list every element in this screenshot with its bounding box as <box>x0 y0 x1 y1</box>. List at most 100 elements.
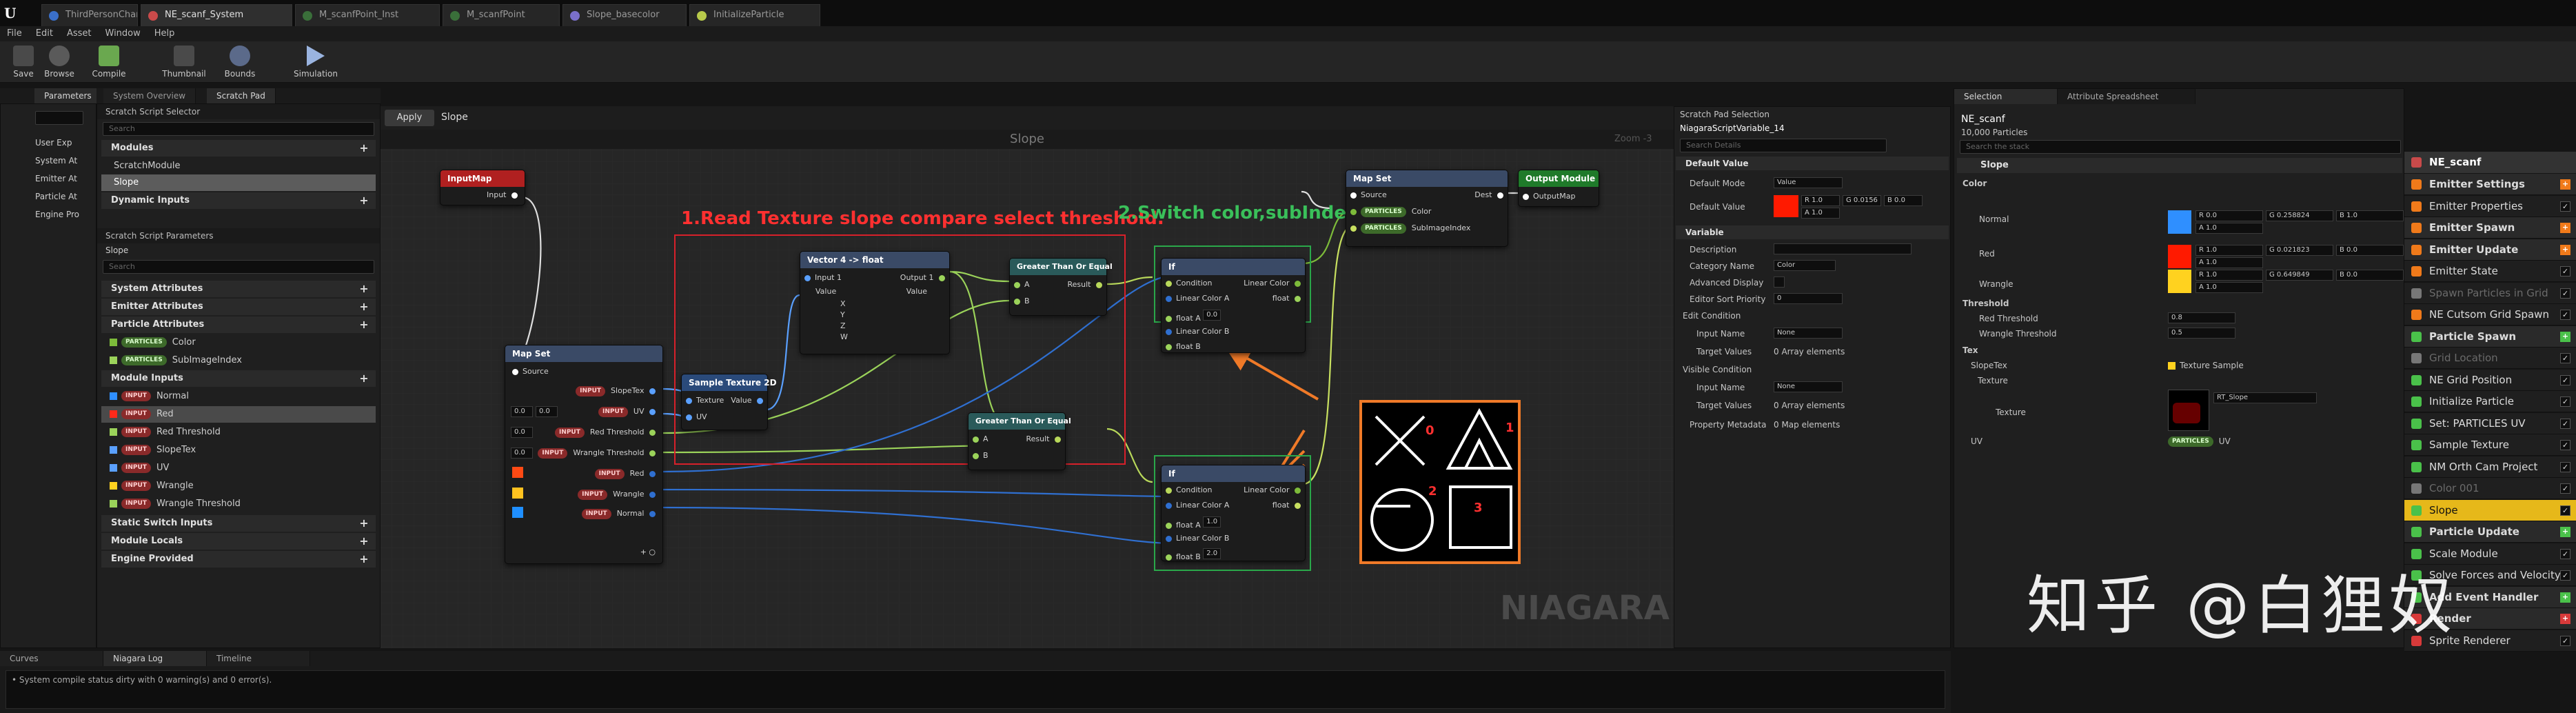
if1-float-a-pin[interactable]: float A 0.0 <box>1166 310 1221 324</box>
stack-item[interactable]: NE Cutsom Grid Spawn ✓ <box>2404 304 2576 325</box>
pin-red-threshold[interactable]: INPUT Red Threshold <box>554 427 656 438</box>
wrangle-threshold-field[interactable]: 0.5 <box>2168 328 2235 339</box>
add-icon[interactable]: + <box>2560 592 2570 603</box>
red-threshold-field[interactable]: 0.8 <box>2168 312 2235 323</box>
bounds-button[interactable]: Bounds <box>219 44 261 81</box>
stack-item[interactable]: Emitter Properties ✓ <box>2404 195 2576 217</box>
tab-timeline[interactable]: Timeline <box>207 651 310 666</box>
add-icon[interactable]: + <box>2560 614 2570 624</box>
modules-category[interactable]: Modules + <box>101 140 376 157</box>
if1-color-b-pin[interactable]: Linear Color B <box>1166 326 1229 337</box>
thumbnail-button[interactable]: Thumbnail <box>160 44 208 81</box>
module-input-wrangle-threshold[interactable]: INPUT Wrangle Threshold <box>110 496 241 512</box>
slope-module-header[interactable]: Slope <box>1957 158 2402 173</box>
stack-item[interactable]: Emitter Spawn + <box>2404 217 2576 239</box>
if1-condition-pin[interactable]: Condition <box>1166 278 1213 289</box>
menu-edit[interactable]: Edit <box>29 26 60 39</box>
slope-module-item[interactable]: Slope <box>101 174 376 191</box>
param-system-attributes[interactable]: System At <box>35 152 77 169</box>
add-dynamic-input-icon[interactable]: + <box>358 194 370 207</box>
stack-item[interactable]: Set: PARTICLES UV ✓ <box>2404 412 2576 434</box>
gte1-result-pin[interactable]: Result <box>1068 279 1102 290</box>
dynamic-inputs-category[interactable]: Dynamic Inputs + <box>101 192 376 209</box>
stack-item[interactable]: Slope ✓ <box>2404 499 2576 521</box>
red-r-field[interactable]: R 1.0 <box>2195 245 2263 256</box>
uv-value[interactable]: PARTICLES UV <box>2168 436 2231 447</box>
add-icon[interactable]: + <box>2560 179 2570 190</box>
enabled-checkbox[interactable]: ✓ <box>2560 288 2570 299</box>
red-color-swatch[interactable] <box>2168 245 2191 268</box>
add-icon[interactable]: + <box>2560 331 2570 342</box>
tab-system-overview[interactable]: System Overview <box>103 88 196 103</box>
color-category[interactable]: Color <box>1963 179 1987 188</box>
particle-attr-subimageindex[interactable]: PARTICLES SubImageIndex <box>110 352 242 369</box>
red-a-field[interactable]: A 1.0 <box>2195 257 2263 268</box>
gte2-result-pin[interactable]: Result <box>1026 434 1061 445</box>
tab-parameters[interactable]: Parameters <box>34 88 102 103</box>
if2-out-float-pin[interactable]: float <box>1272 500 1301 511</box>
default-b-field[interactable]: B 0.0 <box>1884 195 1923 206</box>
emitter-attributes-category[interactable]: Emitter Attributes + <box>101 299 376 315</box>
tab-selection[interactable]: Selection <box>1954 89 2058 104</box>
red-threshold-field[interactable]: 0.0 <box>511 427 533 438</box>
if2-out-color-pin[interactable]: Linear Color <box>1244 485 1301 496</box>
gte1-a-pin[interactable]: A <box>1014 279 1030 290</box>
enabled-checkbox[interactable]: ✓ <box>2560 418 2570 429</box>
particle-attr-color[interactable]: PARTICLES Color <box>110 334 196 351</box>
details-search-input[interactable]: Search Details <box>1680 139 1887 152</box>
map-set-right-dest-pin[interactable]: Dest <box>1474 190 1503 201</box>
category-name-field[interactable]: Color <box>1774 260 1836 271</box>
if2-condition-pin[interactable]: Condition <box>1166 485 1213 496</box>
system-attributes-category[interactable]: System Attributes + <box>101 281 376 297</box>
add-module-input-icon[interactable]: + <box>358 372 370 385</box>
add-static-switch-icon[interactable]: + <box>358 517 370 530</box>
default-g-field[interactable]: G 0.0156 <box>1843 195 1881 206</box>
tab-material-inst[interactable]: M_scanfPoint_Inst <box>295 4 440 26</box>
param-particle-attributes[interactable]: Particle At <box>35 188 77 205</box>
stack-item[interactable]: NM Orth Cam Project ✓ <box>2404 456 2576 478</box>
module-input-red[interactable]: INPUT Red <box>101 406 376 423</box>
enabled-checkbox[interactable]: ✓ <box>2560 505 2570 516</box>
visible-condition-label[interactable]: Visible Condition <box>1683 365 1752 374</box>
tab-attribute-spreadsheet[interactable]: Attribute Spreadsheet <box>2058 89 2195 104</box>
map-set-subimage-pin[interactable]: PARTICLES SubImageIndex <box>1350 223 1470 234</box>
enabled-checkbox[interactable]: ✓ <box>2560 483 2570 494</box>
tab-curves[interactable]: Curves <box>0 651 103 666</box>
stack-item[interactable]: Emitter Settings + <box>2404 174 2576 195</box>
default-value-category[interactable]: Default Value <box>1676 157 1949 170</box>
if1-out-float-pin[interactable]: float <box>1272 293 1301 304</box>
sample-texture-in-pin[interactable]: Texture <box>686 395 724 406</box>
stack-item[interactable]: Particle Spawn + <box>2404 325 2576 348</box>
menu-window[interactable]: Window <box>99 26 148 39</box>
gte2-b-pin[interactable]: B <box>973 450 988 461</box>
if1-color-a-pin[interactable]: Linear Color A <box>1166 293 1229 304</box>
node-output-module[interactable]: Output Module OutputMap <box>1518 170 1599 207</box>
output-map-pin[interactable]: OutputMap <box>1523 191 1575 202</box>
apply-button[interactable]: Apply <box>385 110 434 126</box>
pin-normal[interactable]: INPUT Normal <box>581 508 656 519</box>
gte1-b-pin[interactable]: B <box>1014 296 1030 307</box>
map-set-color-pin[interactable]: PARTICLES Color <box>1350 206 1431 217</box>
normal-r-field[interactable]: R 0.0 <box>2195 210 2263 221</box>
visible-input-name-field[interactable]: None <box>1774 381 1843 392</box>
red-swatch[interactable] <box>512 467 523 478</box>
tab-initialize-particle[interactable]: InitializeParticle <box>689 4 820 26</box>
stack-search-input[interactable]: Search the stack <box>1960 140 2401 154</box>
stack-item[interactable]: Emitter State ✓ <box>2404 261 2576 282</box>
selector-search-input[interactable]: Search <box>103 122 374 136</box>
add-module-local-icon[interactable]: + <box>358 535 370 548</box>
tex-category[interactable]: Tex <box>1963 345 1978 355</box>
add-module-icon[interactable]: + <box>358 142 370 154</box>
add-icon[interactable]: + <box>2560 527 2570 537</box>
enabled-checkbox[interactable]: ✓ <box>2560 635 2570 646</box>
tab-niagara-log[interactable]: Niagara Log <box>103 651 207 666</box>
node-sample-texture-2d[interactable]: Sample Texture 2D Texture UV Value <box>681 374 777 430</box>
variable-category[interactable]: Variable <box>1676 225 1949 239</box>
pin-uv[interactable]: INPUT UV <box>598 406 656 417</box>
if1-float-b-pin[interactable]: float B <box>1166 341 1201 352</box>
module-inputs-category[interactable]: Module Inputs + <box>101 370 376 387</box>
wrangle-r-field[interactable]: R 1.0 <box>2195 270 2263 281</box>
wrangle-g-field[interactable]: G 0.649849 <box>2266 270 2333 281</box>
emitter-stack-header[interactable]: NE_scanf <box>2404 152 2576 173</box>
stack-item[interactable]: Sample Texture ✓ <box>2404 434 2576 456</box>
